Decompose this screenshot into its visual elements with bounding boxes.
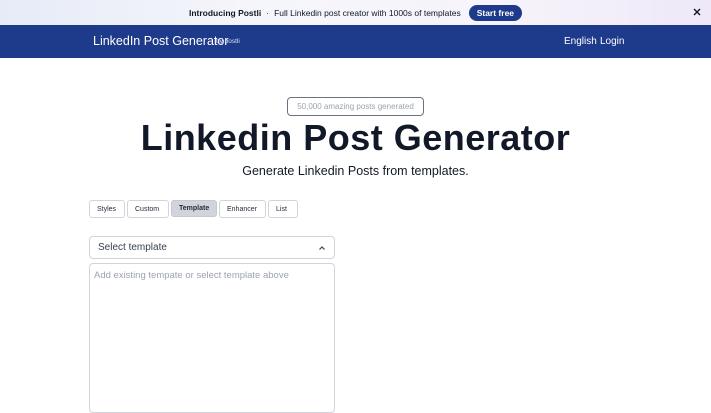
tab-enhancer[interactable]: Enhancer — [219, 200, 266, 218]
posts-counter-badge: 50,000 amazing posts generated — [287, 97, 424, 116]
brand-byline: by postli — [216, 38, 240, 45]
tab-list[interactable]: List — [268, 200, 298, 218]
page-title: Linkedin Post Generator — [140, 117, 571, 158]
language-selector[interactable]: English — [564, 36, 597, 47]
close-icon[interactable] — [692, 7, 702, 17]
page-subtitle: Generate Linkedin Posts from templates. — [242, 164, 469, 178]
template-select[interactable]: Select template — [89, 236, 335, 259]
chevron-up-icon — [319, 246, 325, 250]
promo-banner: Introducing Postli · Full Linkedin post … — [0, 0, 711, 25]
navbar: LinkedIn Post Generator by postli Englis… — [0, 25, 711, 58]
template-editor-placeholder: Add existing tempate or select template … — [94, 270, 289, 281]
brand-title[interactable]: LinkedIn Post Generator — [93, 34, 229, 48]
login-link[interactable]: Login — [600, 36, 624, 47]
promo-separator: · — [266, 7, 270, 18]
tab-styles[interactable]: Styles — [89, 200, 125, 218]
tab-custom[interactable]: Custom — [127, 200, 169, 218]
start-free-button[interactable]: Start free — [468, 4, 523, 21]
template-editor[interactable]: Add existing tempate or select template … — [89, 263, 335, 413]
promo-title: Introducing Postli — [188, 7, 262, 18]
template-select-value: Select template — [98, 242, 167, 253]
promo-text: Full Linkedin post creator with 1000s of… — [274, 7, 461, 18]
tab-template[interactable]: Template — [171, 200, 217, 217]
